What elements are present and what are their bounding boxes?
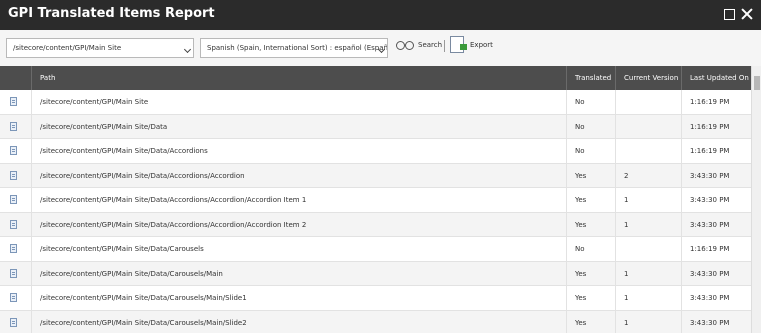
row-icon-cell xyxy=(0,139,31,163)
binoculars-icon[interactable] xyxy=(396,40,414,50)
translated-cell: No xyxy=(566,114,615,139)
toolbar: /sitecore/content/GPI/Main Site Spanish … xyxy=(0,30,761,66)
table-row[interactable]: /sitecore/content/GPI/Main Site/Data/Car… xyxy=(0,286,761,311)
path-cell: /sitecore/content/GPI/Main Site/Data/Acc… xyxy=(31,139,566,163)
version-cell xyxy=(615,139,681,163)
table-row[interactable]: /sitecore/content/GPI/Main Site/Data No 1:… xyxy=(0,114,761,139)
row-icon-cell xyxy=(0,115,31,139)
updated-cell: 3:43:30 PM xyxy=(681,212,751,237)
translated-cell: No xyxy=(566,139,615,163)
document-icon xyxy=(10,317,17,327)
version-cell: 1 xyxy=(615,261,681,286)
translated-cell: Yes xyxy=(566,188,615,212)
window-title: GPI Translated Items Report xyxy=(8,6,215,21)
row-icon-cell xyxy=(0,311,31,333)
version-cell: 1 xyxy=(615,286,681,310)
path-cell: /sitecore/content/GPI/Main Site/Data/Car… xyxy=(31,261,566,286)
version-cell xyxy=(615,90,681,114)
report-grid: Path Translated Current Version Last Upd… xyxy=(0,66,761,333)
document-icon xyxy=(10,195,17,204)
grid-header: Path Translated Current Version Last Upd… xyxy=(0,66,761,90)
title-bar: GPI Translated Items Report xyxy=(0,0,761,30)
path-cell: /sitecore/content/GPI/Main Site/Data/Car… xyxy=(31,237,566,261)
document-icon xyxy=(10,268,17,278)
header-translated[interactable]: Translated xyxy=(566,66,615,90)
document-icon xyxy=(10,97,17,106)
updated-cell: 3:43:30 PM xyxy=(681,286,751,310)
translated-cell: Yes xyxy=(566,212,615,237)
path-cell: /sitecore/content/GPI/Main Site/Data/Car… xyxy=(31,310,566,333)
path-cell: /sitecore/content/GPI/Main Site/Data/Acc… xyxy=(31,188,566,212)
row-icon-cell xyxy=(0,262,31,286)
toolbar-divider xyxy=(444,40,445,52)
table-row[interactable]: /sitecore/content/GPI/Main Site/Data/Acc… xyxy=(0,212,761,237)
updated-cell: 3:43:30 PM xyxy=(681,310,751,333)
search-button[interactable]: Search xyxy=(418,41,442,49)
header-last-updated[interactable]: Last Updated On xyxy=(681,66,751,90)
language-select[interactable]: Spanish (Spain, International Sort) : es… xyxy=(200,38,388,58)
version-cell xyxy=(615,114,681,139)
version-cell xyxy=(615,237,681,261)
header-current-version[interactable]: Current Version xyxy=(615,66,681,90)
updated-cell: 1:16:19 PM xyxy=(681,237,751,261)
chevron-down-icon xyxy=(183,45,192,54)
row-icon-cell xyxy=(0,90,31,114)
path-cell: /sitecore/content/GPI/Main Site/Data/Acc… xyxy=(31,212,566,237)
document-icon xyxy=(10,121,17,131)
path-select[interactable]: /sitecore/content/GPI/Main Site xyxy=(6,38,194,58)
translated-cell: Yes xyxy=(566,261,615,286)
header-path[interactable]: Path xyxy=(31,66,566,90)
export-button[interactable]: Export xyxy=(470,41,493,49)
path-cell: /sitecore/content/GPI/Main Site/Data/Acc… xyxy=(31,163,566,188)
path-cell: /sitecore/content/GPI/Main Site xyxy=(31,90,566,114)
table-row[interactable]: /sitecore/content/GPI/Main Site/Data/Car… xyxy=(0,237,761,262)
version-cell: 1 xyxy=(615,310,681,333)
translated-cell: Yes xyxy=(566,310,615,333)
version-cell: 1 xyxy=(615,212,681,237)
document-icon xyxy=(10,244,17,253)
updated-cell: 1:16:19 PM xyxy=(681,139,751,163)
document-icon xyxy=(10,146,17,155)
table-row[interactable]: /sitecore/content/GPI/Main Site/Data/Car… xyxy=(0,261,761,286)
close-icon[interactable] xyxy=(740,7,754,21)
table-row[interactable]: /sitecore/content/GPI/Main Site No 1:16:19… xyxy=(0,90,761,115)
table-row[interactable]: /sitecore/content/GPI/Main Site/Data/Acc… xyxy=(0,163,761,188)
updated-cell: 3:43:30 PM xyxy=(681,188,751,212)
updated-cell: 1:16:19 PM xyxy=(681,90,751,114)
version-cell: 1 xyxy=(615,188,681,212)
path-select-value: /sitecore/content/GPI/Main Site xyxy=(13,44,122,52)
row-icon-cell xyxy=(0,188,31,212)
maximize-icon[interactable] xyxy=(722,7,736,21)
scrollbar-thumb[interactable] xyxy=(754,76,760,90)
row-icon-cell xyxy=(0,164,31,188)
document-icon xyxy=(10,293,17,302)
updated-cell: 1:16:19 PM xyxy=(681,114,751,139)
translated-cell: No xyxy=(566,90,615,114)
table-row[interactable]: /sitecore/content/GPI/Main Site/Data/Acc… xyxy=(0,188,761,213)
vertical-scrollbar[interactable] xyxy=(751,66,761,333)
row-icon-cell xyxy=(0,286,31,310)
updated-cell: 3:43:30 PM xyxy=(681,261,751,286)
translated-cell: Yes xyxy=(566,286,615,310)
excel-export-icon[interactable] xyxy=(450,36,467,53)
translated-cell: Yes xyxy=(566,163,615,188)
version-cell: 2 xyxy=(615,163,681,188)
language-select-value: Spanish (Spain, International Sort) : es… xyxy=(207,44,388,52)
document-icon xyxy=(10,219,17,229)
header-icon-column xyxy=(0,66,31,90)
row-icon-cell xyxy=(0,213,31,237)
path-cell: /sitecore/content/GPI/Main Site/Data/Car… xyxy=(31,286,566,310)
row-icon-cell xyxy=(0,237,31,261)
translated-cell: No xyxy=(566,237,615,261)
table-row[interactable]: /sitecore/content/GPI/Main Site/Data/Car… xyxy=(0,310,761,333)
updated-cell: 3:43:30 PM xyxy=(681,163,751,188)
table-row[interactable]: /sitecore/content/GPI/Main Site/Data/Acc… xyxy=(0,139,761,164)
document-icon xyxy=(10,170,17,180)
grid-body: /sitecore/content/GPI/Main Site No 1:16:19… xyxy=(0,90,761,333)
path-cell: /sitecore/content/GPI/Main Site/Data xyxy=(31,114,566,139)
